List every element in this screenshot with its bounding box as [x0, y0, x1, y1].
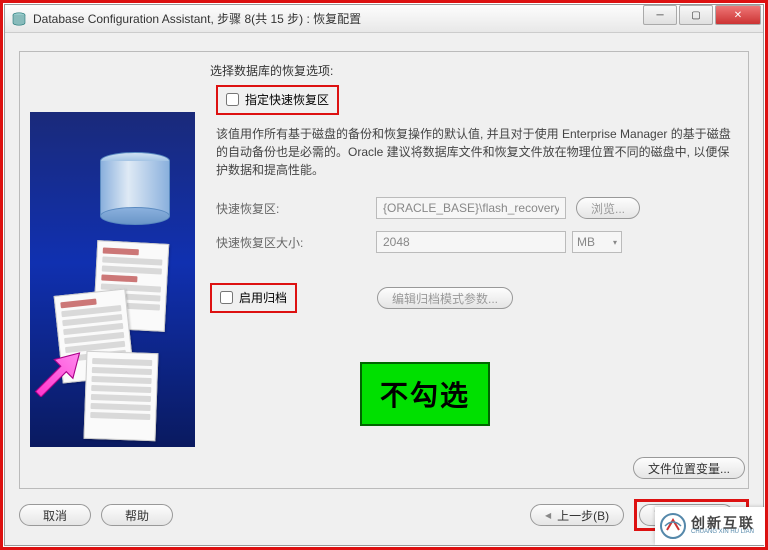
browse-button: 浏览...: [576, 197, 640, 219]
close-button[interactable]: ✕: [715, 5, 761, 25]
fast-recovery-size-label: 快速恢复区大小:: [216, 234, 376, 251]
archive-params-button: 编辑归档模式参数...: [377, 287, 513, 309]
watermark-subtext: CHUANG XIN HU LIAN: [691, 529, 755, 535]
wizard-button-bar: 取消 帮助 ◀ 上一步(B) 下一步(N) ▶: [19, 499, 749, 531]
maximize-button[interactable]: ▢: [679, 5, 713, 25]
paper-icon: [83, 351, 158, 441]
fast-recovery-checkbox-label: 指定快速恢复区: [245, 91, 329, 108]
watermark-text: 创新互联: [691, 517, 755, 529]
fast-recovery-area-label: 快速恢复区:: [216, 200, 376, 217]
file-location-button[interactable]: 文件位置变量...: [633, 457, 745, 479]
annotation-highlight: 启用归档: [210, 283, 297, 313]
fast-recovery-size-input: [376, 231, 566, 253]
titlebar: Database Configuration Assistant, 步骤 8(共…: [5, 5, 763, 33]
database-cylinder-icon: [100, 152, 170, 232]
size-unit-select: MB ▾: [572, 231, 622, 253]
description-text: 该值用作所有基于磁盘的备份和恢复操作的默认值, 并且对于使用 Enterpris…: [216, 125, 738, 179]
main-panel: 选择数据库的恢复选项: 指定快速恢复区 该值用作所有基于磁盘的备份和恢复操作的默…: [19, 51, 749, 489]
watermark: 创新互联 CHUANG XIN HU LIAN: [655, 507, 765, 545]
back-button[interactable]: ◀ 上一步(B): [530, 504, 624, 526]
minimize-button[interactable]: ─: [643, 5, 677, 25]
chevron-left-icon: ◀: [545, 511, 551, 520]
help-button[interactable]: 帮助: [101, 504, 173, 526]
archive-checkbox-label: 启用归档: [239, 289, 287, 306]
fast-recovery-checkbox-input[interactable]: [226, 93, 239, 106]
app-icon: [11, 11, 27, 27]
window-title: Database Configuration Assistant, 步骤 8(共…: [33, 10, 643, 27]
annotation-highlight: 指定快速恢复区: [216, 85, 339, 115]
fast-recovery-checkbox[interactable]: 指定快速恢复区: [226, 91, 329, 108]
archive-checkbox[interactable]: 启用归档: [220, 289, 287, 306]
annotation-green-box: 不勾选: [360, 362, 490, 426]
wizard-sidebar: [30, 112, 195, 447]
section-title: 选择数据库的恢复选项:: [210, 62, 738, 79]
cancel-button[interactable]: 取消: [19, 504, 91, 526]
watermark-logo-icon: [659, 512, 687, 540]
arrow-icon: [30, 342, 80, 382]
fast-recovery-area-input: [376, 197, 566, 219]
chevron-down-icon: ▾: [613, 238, 617, 247]
archive-checkbox-input[interactable]: [220, 291, 233, 304]
